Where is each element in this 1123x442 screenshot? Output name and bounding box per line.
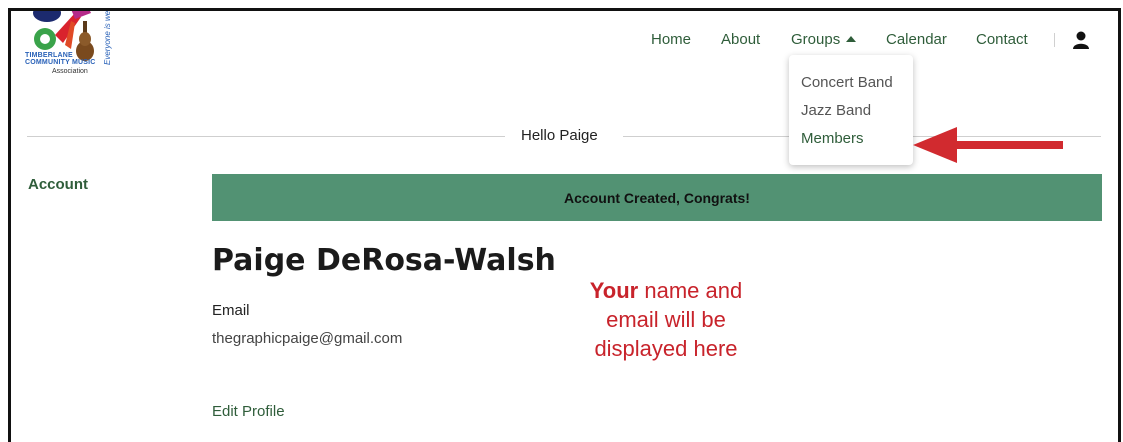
hello-divider-left xyxy=(27,136,505,137)
annotation-line-2: email will be xyxy=(606,307,726,332)
email-value: thegraphicpaige@gmail.com xyxy=(212,330,403,347)
dropdown-item-concert-band[interactable]: Concert Band xyxy=(801,73,893,93)
profile-name: Paige DeRosa-Walsh xyxy=(212,243,556,278)
email-label: Email xyxy=(212,302,250,319)
pointer-arrow-icon xyxy=(913,127,1063,163)
annotation-line-3: displayed here xyxy=(594,336,738,361)
annotation-note: Your name and email will be displayed he… xyxy=(551,276,781,363)
nav-about[interactable]: About xyxy=(721,30,760,50)
nav-groups[interactable]: Groups xyxy=(791,30,857,50)
success-banner-text: Account Created, Congrats! xyxy=(564,189,750,206)
nav-calendar[interactable]: Calendar xyxy=(886,30,947,50)
success-banner: Account Created, Congrats! xyxy=(212,174,1102,221)
dropdown-item-jazz-band[interactable]: Jazz Band xyxy=(801,101,871,121)
logo-line-2: COMMUNITY MUSIC xyxy=(25,59,96,66)
logo-line-1: TIMBERLANE xyxy=(25,52,73,59)
edit-profile-link[interactable]: Edit Profile xyxy=(212,403,285,420)
caret-up-icon xyxy=(846,36,857,42)
annotation-bold-word: Your xyxy=(589,278,639,303)
dropdown-item-members[interactable]: Members xyxy=(801,129,864,149)
sidebar-item-account[interactable]: Account xyxy=(28,176,88,193)
logo-line-3: Association xyxy=(52,68,88,75)
user-icon[interactable] xyxy=(1073,31,1089,49)
nav-groups-label: Groups xyxy=(791,31,841,48)
nav-contact[interactable]: Contact xyxy=(976,30,1028,50)
annotation-line-1: name and xyxy=(638,278,743,303)
nav-separator xyxy=(1054,33,1055,47)
hello-message: Hello Paige xyxy=(521,127,598,144)
groups-dropdown-menu: Concert Band Jazz Band Members xyxy=(789,55,913,165)
main-nav: Home About Groups Calendar Contact xyxy=(11,30,1118,52)
nav-home[interactable]: Home xyxy=(651,30,691,50)
browser-frame: TIMBERLANE COMMUNITY MUSIC Association E… xyxy=(8,8,1121,442)
